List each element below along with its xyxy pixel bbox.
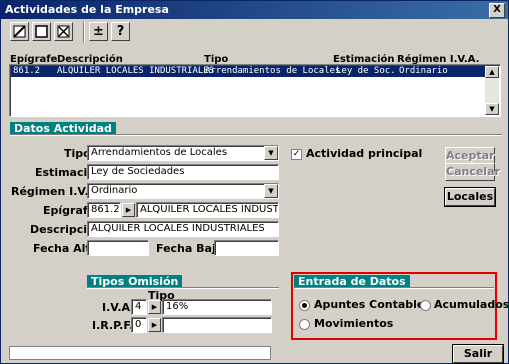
plusminus-button[interactable]: ± xyxy=(89,22,108,41)
actividad-principal-checkbox[interactable]: ✓ xyxy=(291,149,302,160)
epigrafe-code-field[interactable]: 861.2 xyxy=(87,202,121,218)
iva-label: I.V.A. xyxy=(102,301,135,314)
chevron-down-icon[interactable]: ▼ xyxy=(264,184,278,198)
movimientos-radio[interactable] xyxy=(299,319,310,330)
cancelar-button[interactable]: Cancelar xyxy=(445,163,500,181)
delete-record-button[interactable] xyxy=(54,22,73,41)
salir-button[interactable]: Salir xyxy=(452,344,504,364)
acumulados-radio[interactable] xyxy=(420,300,431,311)
acumulados-label: Acumulados xyxy=(434,298,509,311)
movimientos-label: Movimientos xyxy=(314,317,394,330)
irpf-code-field[interactable]: 0 xyxy=(131,317,147,333)
irpf-lookup-button[interactable]: ▶ xyxy=(148,318,161,332)
window-title: Actividades de la Empresa xyxy=(5,3,169,16)
irpf-value-field[interactable] xyxy=(162,317,272,333)
tipo-select[interactable]: Arrendamientos de Locales xyxy=(87,145,279,161)
edit-record-button[interactable] xyxy=(10,22,29,41)
descripcion-field[interactable]: ALQUILER LOCALES INDUSTRIALES xyxy=(87,221,279,237)
apuntes-label: Apuntes Contables xyxy=(314,298,431,311)
actividad-principal-label: Actividad principal xyxy=(306,147,423,160)
estimacion-field[interactable]: Ley de Sociedades xyxy=(87,164,279,180)
scroll-up-icon[interactable]: ▲ xyxy=(485,66,499,78)
window: Actividades de la Empresa X ± ? Epígrafe… xyxy=(0,0,509,364)
iva-lookup-button[interactable]: ▶ xyxy=(148,300,161,314)
irpf-label: I.R.P.F. xyxy=(92,319,134,332)
chevron-down-icon[interactable]: ▼ xyxy=(264,146,278,160)
status-bar xyxy=(9,346,271,360)
apuntes-radio[interactable] xyxy=(299,300,310,311)
table-row[interactable]: 861.2 ALQUILER LOCALES INDUSTRIALES Arre… xyxy=(11,66,486,77)
iva-code-field[interactable]: 4 xyxy=(131,299,147,315)
cell-epigrafe: 861.2 xyxy=(13,66,41,76)
scroll-down-icon[interactable]: ▼ xyxy=(485,103,499,115)
fecha-baja-field[interactable] xyxy=(214,240,279,256)
grid-scrollbar[interactable]: ▲ ▼ xyxy=(485,66,499,115)
toolbar-separator xyxy=(83,21,85,43)
delete-icon xyxy=(57,25,70,38)
cell-regimen: Ordinario xyxy=(399,66,448,76)
cell-descripcion: ALQUILER LOCALES INDUSTRIALES xyxy=(57,66,215,76)
iva-value-field[interactable]: 16% xyxy=(162,299,272,315)
help-button[interactable]: ? xyxy=(111,22,130,41)
edit-icon xyxy=(13,25,26,38)
title-bar: Actividades de la Empresa X xyxy=(1,1,508,19)
new-icon xyxy=(35,25,48,38)
epigrafe-text-field[interactable]: ALQUILER LOCALES INDUSTRIA xyxy=(136,202,279,218)
new-record-button[interactable] xyxy=(32,22,51,41)
fecha-alta-field[interactable] xyxy=(87,240,149,256)
regimen-select[interactable]: Ordinario xyxy=(87,183,279,199)
cell-estimacion: Ley de Soc. xyxy=(336,66,396,76)
locales-button[interactable]: Locales xyxy=(444,187,496,207)
divider xyxy=(87,287,279,289)
epigrafe-lookup-button[interactable]: ▶ xyxy=(122,203,135,217)
activities-grid[interactable]: 861.2 ALQUILER LOCALES INDUSTRIALES Arre… xyxy=(9,64,501,117)
cell-tipo: Arrendamientos de Locales xyxy=(205,66,341,76)
divider xyxy=(10,134,502,136)
close-button[interactable]: X xyxy=(489,3,505,18)
divider xyxy=(294,287,494,289)
